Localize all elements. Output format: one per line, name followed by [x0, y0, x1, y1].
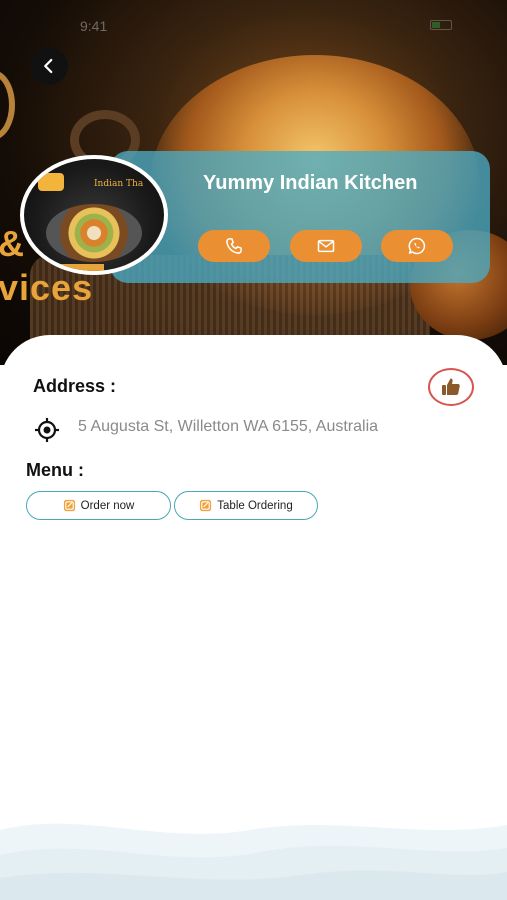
logo-strip — [44, 264, 104, 271]
address-heading: Address : — [33, 376, 117, 396]
order-icon — [200, 499, 212, 512]
phone-icon — [226, 238, 242, 254]
order-now-label: Order now — [80, 499, 135, 512]
logo-image: Indian Tha — [24, 159, 164, 271]
logo-badge — [38, 173, 64, 191]
whatsapp-icon — [408, 237, 426, 255]
status-time: 9:41 — [80, 18, 108, 34]
call-button[interactable] — [198, 230, 270, 262]
back-button[interactable] — [30, 47, 68, 85]
logo-brand-text: Indian Tha — [94, 179, 144, 189]
order-now-button[interactable]: Order now — [26, 491, 171, 520]
thumbs-up-icon — [442, 378, 460, 395]
order-icon — [63, 499, 75, 512]
restaurant-logo: Indian Tha — [20, 155, 168, 275]
battery-icon — [430, 20, 452, 30]
address-value[interactable]: 5 Augusta St, Willetton WA 6155, Austral… — [78, 418, 378, 436]
chevron-left-icon — [44, 58, 53, 74]
table-ordering-label: Table Ordering — [217, 499, 293, 512]
location-target-icon — [35, 418, 59, 442]
mail-icon — [317, 239, 335, 253]
like-button[interactable] — [428, 368, 474, 406]
table-ordering-button[interactable]: Table Ordering — [174, 491, 318, 520]
status-bar: 9:41 — [0, 0, 507, 48]
decorative-waves — [0, 823, 507, 900]
menu-heading: Menu : — [26, 460, 84, 480]
whatsapp-button[interactable] — [381, 230, 453, 262]
restaurant-name: Yummy Indian Kitchen — [203, 172, 418, 194]
thali-image — [46, 204, 142, 262]
email-button[interactable] — [290, 230, 362, 262]
ring-decoration — [0, 70, 15, 140]
